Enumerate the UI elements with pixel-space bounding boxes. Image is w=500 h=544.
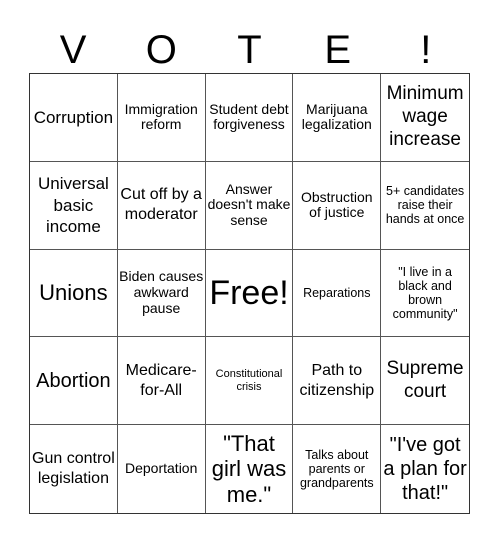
- bingo-cell[interactable]: Minimum wage increase: [381, 74, 469, 162]
- cell-text: Path to citizenship: [299, 361, 375, 399]
- cell-text: Talks about parents or grandparents: [299, 448, 374, 491]
- cell-text: Immigration reform: [124, 100, 198, 133]
- cell-text: Answer doesn't make sense: [207, 180, 291, 229]
- cell-text: Medicare-for-All: [125, 361, 197, 399]
- free-space-cell[interactable]: Free!: [205, 249, 294, 338]
- cell-text: Obstruction of justice: [300, 188, 373, 221]
- cell-text: Corruption: [33, 107, 114, 127]
- bingo-cell[interactable]: Gun control legislation: [30, 425, 118, 513]
- bingo-cell[interactable]: "That girl was me.": [206, 425, 294, 513]
- bingo-cell[interactable]: Biden causes awkward pause: [117, 249, 206, 338]
- cell-text: Supreme court: [386, 357, 464, 402]
- cell-text: Constitutional crisis: [215, 368, 283, 393]
- cell-text: Minimum wage increase: [386, 83, 464, 150]
- cell-text: Unions: [39, 280, 108, 306]
- bingo-cell[interactable]: Universal basic income: [30, 161, 118, 250]
- bingo-cell[interactable]: Answer doesn't make sense: [205, 161, 294, 250]
- title-letter: O: [145, 28, 177, 72]
- cell-text: Abortion: [36, 369, 111, 392]
- cell-text: Gun control legislation: [32, 450, 115, 488]
- bingo-cell[interactable]: Constitutional crisis: [205, 337, 294, 426]
- bingo-cell[interactable]: 5+ candidates raise their hands at once: [381, 162, 469, 250]
- cell-text: Marijuana legalization: [301, 100, 372, 133]
- bingo-grid: Corruption Immigration reform Student debt…: [29, 73, 470, 514]
- bingo-cell[interactable]: Marijuana legalization: [293, 74, 382, 162]
- title-letter: !: [420, 28, 432, 72]
- title-letter: T: [237, 28, 262, 72]
- bingo-cell[interactable]: Deportation: [118, 425, 206, 513]
- bingo-cell[interactable]: Student debt forgiveness: [205, 74, 294, 162]
- bingo-cell[interactable]: Talks about parents or grandparents: [293, 425, 382, 513]
- cell-text: 5+ candidates raise their hands at once: [385, 184, 465, 227]
- bingo-cell[interactable]: Supreme court: [381, 337, 469, 426]
- bingo-cell[interactable]: Path to citizenship: [293, 337, 382, 426]
- bingo-cell[interactable]: Cut off by a moderator: [117, 161, 206, 250]
- cell-text: "I live in a black and brown community": [392, 264, 458, 321]
- cell-text: "I've got a plan for that!": [383, 434, 467, 505]
- cell-text: Cut off by a moderator: [120, 186, 202, 224]
- title-letter: E: [324, 28, 351, 72]
- bingo-cell[interactable]: Reparations: [293, 249, 382, 338]
- bingo-cell[interactable]: Abortion: [30, 337, 118, 426]
- bingo-cell[interactable]: Immigration reform: [117, 74, 206, 162]
- cell-text: Student debt forgiveness: [209, 100, 289, 133]
- bingo-cell[interactable]: Medicare-for-All: [117, 337, 206, 426]
- cell-text: "That girl was me.": [211, 431, 287, 507]
- bingo-title: V O T E !: [29, 28, 470, 73]
- cell-text: Reparations: [303, 285, 371, 300]
- cell-text: Deportation: [125, 460, 198, 477]
- cell-text: Free!: [209, 273, 289, 312]
- cell-text: Universal basic income: [37, 174, 109, 236]
- bingo-cell[interactable]: Obstruction of justice: [293, 161, 382, 250]
- bingo-cell[interactable]: "I live in a black and brown community": [381, 250, 469, 338]
- title-letter: V: [59, 28, 87, 72]
- cell-text: Biden causes awkward pause: [119, 268, 204, 316]
- bingo-cell[interactable]: "I've got a plan for that!": [381, 425, 469, 513]
- bingo-cell[interactable]: Corruption: [30, 74, 118, 162]
- bingo-cell[interactable]: Unions: [30, 249, 118, 338]
